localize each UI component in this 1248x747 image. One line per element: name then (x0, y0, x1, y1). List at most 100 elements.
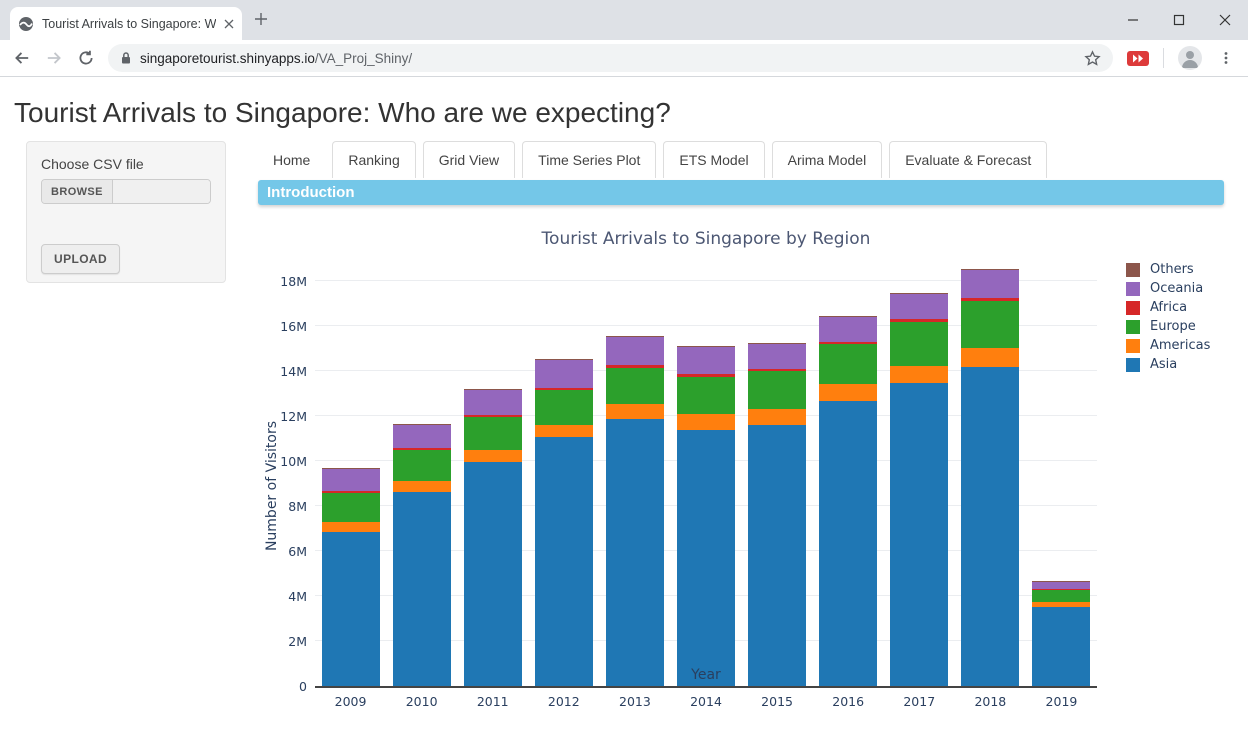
y-axis-title: Number of Visitors (262, 283, 282, 688)
bar-segment-europe-2014[interactable] (677, 377, 735, 414)
bar-segment-asia-2018[interactable] (961, 367, 1019, 687)
tab-arima-model[interactable]: Arima Model (772, 141, 883, 178)
bar-segment-europe-2018[interactable] (961, 301, 1019, 348)
bar-segment-oceania-2017[interactable] (890, 294, 948, 320)
bar-segment-oceania-2016[interactable] (819, 317, 877, 342)
legend-item-oceania[interactable]: Oceania (1126, 279, 1210, 298)
bar-segment-americas-2013[interactable] (606, 404, 664, 419)
back-button[interactable] (8, 44, 36, 72)
bar-segment-oceania-2014[interactable] (677, 347, 735, 374)
tab-home[interactable]: Home (258, 142, 325, 178)
bar-segment-europe-2019[interactable] (1032, 590, 1090, 602)
legend-item-africa[interactable]: Africa (1126, 298, 1210, 317)
legend-item-others[interactable]: Others (1126, 260, 1210, 279)
bar-segment-africa-2019[interactable] (1032, 589, 1090, 590)
bar-segment-asia-2011[interactable] (464, 462, 522, 686)
bar-segment-africa-2017[interactable] (890, 319, 948, 321)
upload-button[interactable]: UPLOAD (41, 244, 120, 274)
tab-evaluate-forecast[interactable]: Evaluate & Forecast (889, 141, 1047, 178)
bar-segment-americas-2016[interactable] (819, 384, 877, 401)
bar-segment-africa-2010[interactable] (393, 448, 451, 450)
profile-avatar[interactable] (1178, 46, 1202, 70)
bar-segment-europe-2017[interactable] (890, 322, 948, 366)
bar-segment-africa-2013[interactable] (606, 365, 664, 368)
bar-segment-oceania-2019[interactable] (1032, 581, 1090, 589)
browser-tab[interactable]: Tourist Arrivals to Singapore: Wh (10, 7, 242, 40)
bar-segment-europe-2009[interactable] (322, 493, 380, 523)
bar-segment-europe-2011[interactable] (464, 417, 522, 450)
bar-segment-others-2013[interactable] (606, 336, 664, 338)
bar-segment-asia-2010[interactable] (393, 492, 451, 686)
legend-item-americas[interactable]: Americas (1126, 336, 1210, 355)
bar-segment-africa-2016[interactable] (819, 342, 877, 344)
tab-close-icon[interactable] (224, 19, 234, 29)
bar-segment-others-2014[interactable] (677, 346, 735, 347)
bar-segment-africa-2012[interactable] (535, 388, 593, 390)
address-bar[interactable]: singaporetourist.shinyapps.io/VA_Proj_Sh… (108, 44, 1113, 72)
bar-segment-others-2017[interactable] (890, 293, 948, 294)
bar-segment-oceania-2009[interactable] (322, 469, 380, 491)
bar-segment-americas-2019[interactable] (1032, 602, 1090, 607)
bar-segment-americas-2012[interactable] (535, 425, 593, 438)
bar-segment-others-2018[interactable] (961, 269, 1019, 270)
new-tab-button[interactable] (254, 12, 268, 26)
bar-segment-africa-2009[interactable] (322, 491, 380, 493)
browser-menu-icon[interactable] (1212, 44, 1240, 72)
bar-segment-oceania-2015[interactable] (748, 344, 806, 369)
bar-segment-others-2016[interactable] (819, 316, 877, 317)
window-close-button[interactable] (1202, 0, 1248, 40)
bar-segment-asia-2013[interactable] (606, 419, 664, 686)
bar-segment-americas-2015[interactable] (748, 409, 806, 425)
bar-segment-others-2015[interactable] (748, 343, 806, 344)
browser-tab-strip: Tourist Arrivals to Singapore: Wh (0, 0, 1248, 40)
bar-segment-europe-2016[interactable] (819, 344, 877, 385)
bar-segment-oceania-2011[interactable] (464, 390, 522, 415)
bar-segment-africa-2011[interactable] (464, 415, 522, 417)
bar-segment-americas-2018[interactable] (961, 348, 1019, 366)
bar-segment-asia-2009[interactable] (322, 532, 380, 686)
bar-segment-oceania-2010[interactable] (393, 425, 451, 448)
bar-segment-asia-2012[interactable] (535, 437, 593, 686)
file-name-field[interactable] (113, 180, 210, 203)
legend-swatch-others (1126, 263, 1140, 277)
legend-item-europe[interactable]: Europe (1126, 317, 1210, 336)
bar-segment-africa-2014[interactable] (677, 374, 735, 376)
tab-grid-view[interactable]: Grid View (423, 141, 515, 178)
bar-segment-others-2009[interactable] (322, 468, 380, 469)
bar-segment-europe-2010[interactable] (393, 450, 451, 481)
bar-segment-oceania-2012[interactable] (535, 360, 593, 387)
bar-segment-americas-2014[interactable] (677, 414, 735, 430)
bar-segment-oceania-2018[interactable] (961, 270, 1019, 298)
window-maximize-button[interactable] (1156, 0, 1202, 40)
y-tick-label: 0 (255, 679, 315, 694)
bar-segment-americas-2010[interactable] (393, 481, 451, 492)
browse-button[interactable]: BROWSE (42, 180, 113, 203)
bar-segment-americas-2011[interactable] (464, 450, 522, 462)
bar-segment-africa-2015[interactable] (748, 369, 806, 371)
bar-segment-asia-2015[interactable] (748, 425, 806, 686)
extension-icon[interactable] (1127, 51, 1149, 66)
bar-segment-others-2011[interactable] (464, 389, 522, 390)
forward-button[interactable] (40, 44, 68, 72)
bar-segment-europe-2012[interactable] (535, 390, 593, 425)
refresh-button[interactable] (72, 44, 100, 72)
bar-segment-oceania-2013[interactable] (606, 337, 664, 365)
tab-ranking[interactable]: Ranking (332, 141, 415, 178)
bar-segment-asia-2014[interactable] (677, 430, 735, 687)
bar-segment-europe-2015[interactable] (748, 371, 806, 409)
bar-segment-asia-2017[interactable] (890, 383, 948, 686)
bar-segment-others-2010[interactable] (393, 424, 451, 425)
legend-swatch-americas (1126, 339, 1140, 353)
tab-time-series-plot[interactable]: Time Series Plot (522, 141, 656, 178)
bar-segment-europe-2013[interactable] (606, 368, 664, 404)
bar-segment-americas-2009[interactable] (322, 522, 380, 531)
window-minimize-button[interactable] (1110, 0, 1156, 40)
main-panel: HomeRankingGrid ViewTime Series PlotETS … (258, 141, 1224, 734)
bar-segment-americas-2017[interactable] (890, 366, 948, 384)
tab-ets-model[interactable]: ETS Model (663, 141, 764, 178)
bar-segment-asia-2016[interactable] (819, 401, 877, 686)
bookmark-star-icon[interactable] (1084, 50, 1101, 67)
legend-item-asia[interactable]: Asia (1126, 355, 1210, 374)
bar-segment-africa-2018[interactable] (961, 298, 1019, 301)
bar-segment-others-2012[interactable] (535, 359, 593, 360)
